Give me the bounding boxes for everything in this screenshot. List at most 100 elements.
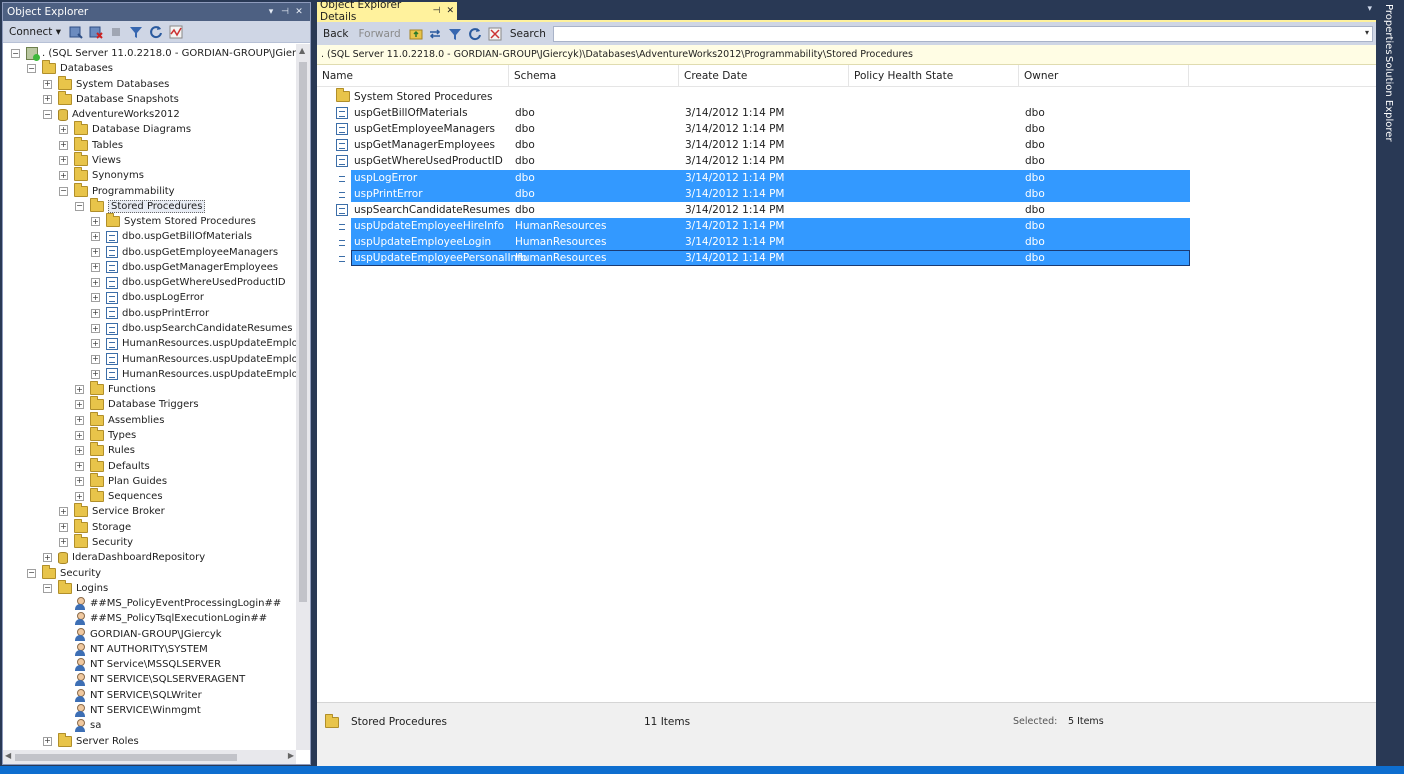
policy-icon[interactable] <box>487 26 503 42</box>
pin-tab-icon[interactable]: ⊣ <box>433 6 441 16</box>
list-item[interactable]: uspPrintError dbo 3/14/2012 1:14 PM dbo <box>336 185 1190 202</box>
window-position-dropdown-icon[interactable]: ▾ <box>264 7 278 17</box>
tree-node[interactable]: NT SERVICE\Winmgmt <box>59 703 201 718</box>
tree-node[interactable]: − AdventureWorks2012 <box>43 107 180 122</box>
tree-node[interactable]: NT SERVICE\SQLWriter <box>59 688 202 703</box>
list-item[interactable]: uspGetManagerEmployees dbo 3/14/2012 1:14 … <box>336 137 1190 153</box>
list-item[interactable]: uspGetEmployeeManagers dbo 3/14/2012 1:14 … <box>336 121 1190 137</box>
expand-icon[interactable]: + <box>75 461 84 471</box>
tree-node[interactable]: − Stored Procedures <box>75 197 206 214</box>
search-input[interactable]: ▾ <box>552 25 1374 42</box>
expand-icon[interactable]: + <box>43 736 52 746</box>
tree-node[interactable]: + Assemblies <box>75 411 164 428</box>
collapse-icon[interactable]: − <box>11 49 20 58</box>
expand-icon[interactable]: + <box>59 522 68 532</box>
column-header-create-date[interactable]: Create Date <box>679 65 849 87</box>
refresh-icon[interactable] <box>148 24 164 40</box>
tree-node[interactable]: + Functions <box>75 381 156 397</box>
connect-button[interactable]: Connect ▾ <box>6 25 64 39</box>
expand-icon[interactable]: + <box>75 492 84 502</box>
expand-icon[interactable]: + <box>59 171 68 181</box>
close-icon[interactable]: ✕ <box>292 7 306 17</box>
tree-node[interactable]: + HumanResources.uspUpdateEmployee <box>91 352 296 367</box>
tree-node[interactable]: + Server Roles <box>43 732 139 748</box>
expand-icon[interactable]: + <box>43 553 52 563</box>
expand-icon[interactable]: + <box>59 155 68 165</box>
refresh-icon[interactable] <box>467 26 483 42</box>
tree-node[interactable]: NT AUTHORITY\SYSTEM <box>59 642 208 657</box>
tree-node[interactable]: − Programmability <box>59 182 175 199</box>
expand-icon[interactable]: + <box>59 507 68 517</box>
tree-horizontal-scrollbar[interactable]: ◀ ▶ <box>3 750 296 764</box>
tree-node[interactable]: + dbo.uspSearchCandidateResumes <box>91 321 293 336</box>
sync-icon[interactable] <box>428 26 444 42</box>
tree-node[interactable]: sa <box>59 718 101 733</box>
scroll-up-icon[interactable]: ▲ <box>299 46 305 55</box>
expand-icon[interactable]: + <box>43 94 52 104</box>
expand-icon[interactable]: + <box>59 537 68 547</box>
list-item[interactable]: uspGetBillOfMaterials dbo 3/14/2012 1:14 P… <box>336 105 1190 121</box>
tree-node[interactable]: + Database Snapshots <box>43 90 179 107</box>
forward-button[interactable]: Forward <box>356 27 404 41</box>
expand-icon[interactable]: + <box>91 232 100 242</box>
tree-node[interactable]: + System Databases <box>43 75 169 92</box>
collapse-icon[interactable]: − <box>43 583 52 593</box>
list-item[interactable]: uspGetWhereUsedProductID dbo 3/14/2012 1:1… <box>336 153 1190 169</box>
connect-object-icon[interactable] <box>68 24 84 40</box>
stop-icon[interactable] <box>108 24 124 40</box>
list-item[interactable]: System Stored Procedures <box>336 88 1190 105</box>
expand-icon[interactable]: + <box>91 262 100 272</box>
tree-node[interactable]: + Service Broker <box>59 503 165 519</box>
expand-icon[interactable]: + <box>75 476 84 486</box>
collapse-icon[interactable]: − <box>27 64 36 74</box>
tree-node[interactable]: NT Service\MSSQLSERVER <box>59 657 221 672</box>
tree-node[interactable]: + Storage <box>59 518 131 535</box>
scroll-right-icon[interactable]: ▶ <box>288 751 294 760</box>
expand-icon[interactable]: + <box>75 385 84 395</box>
list-item[interactable]: uspUpdateEmployeePersonalInfo HumanResour… <box>336 250 1190 266</box>
expand-icon[interactable]: + <box>75 415 84 425</box>
expand-icon[interactable]: + <box>91 324 100 334</box>
scroll-left-icon[interactable]: ◀ <box>5 751 11 760</box>
tree-node[interactable]: ##MS_PolicyTsqlExecutionLogin## <box>59 611 267 626</box>
tree-node[interactable]: + dbo.uspLogError <box>91 290 204 305</box>
expand-icon[interactable]: + <box>43 79 52 89</box>
tree-vertical-scrollbar[interactable]: ▲ <box>296 44 310 750</box>
tab-list-dropdown-icon[interactable]: ▾ <box>1367 4 1372 14</box>
tree-node[interactable]: + Views <box>59 151 121 168</box>
tree-node[interactable]: + Tables <box>59 136 123 153</box>
collapse-icon[interactable]: − <box>43 110 52 120</box>
column-header-name[interactable]: Name <box>317 65 509 87</box>
tree-node[interactable]: − . (SQL Server 11.0.2218.0 - GORDIAN-GRO… <box>11 46 296 61</box>
filter-icon[interactable] <box>128 24 144 40</box>
tree-node[interactable]: + IderaDashboardRepository <box>43 550 205 565</box>
column-header-owner[interactable]: Owner <box>1019 65 1189 87</box>
tree-node[interactable]: − Logins <box>43 579 108 596</box>
tree-node[interactable]: + dbo.uspGetWhereUsedProductID <box>91 275 286 290</box>
tree-node[interactable]: − Security <box>27 564 101 581</box>
tree-node[interactable]: NT SERVICE\SQLSERVERAGENT <box>59 672 245 687</box>
tree-node[interactable]: ##MS_PolicyEventProcessingLogin## <box>59 596 281 611</box>
list-item[interactable]: uspUpdateEmployeeHireInfo HumanResources 3… <box>336 217 1190 234</box>
tree-node[interactable]: + System Stored Procedures <box>91 213 256 229</box>
expand-icon[interactable]: + <box>91 217 100 227</box>
tree-node[interactable]: + HumanResources.uspUpdateEmployee <box>91 367 296 382</box>
expand-icon[interactable]: + <box>75 400 84 410</box>
disconnect-icon[interactable] <box>88 24 104 40</box>
column-header-policy-health-state[interactable]: Policy Health State <box>849 65 1019 87</box>
tree-node[interactable]: + Types <box>75 427 136 443</box>
tree-node[interactable]: + dbo.uspGetBillOfMaterials <box>91 229 252 244</box>
pin-icon[interactable]: ⊣ <box>278 7 292 17</box>
expand-icon[interactable]: + <box>91 308 100 318</box>
expand-icon[interactable]: + <box>59 125 68 135</box>
expand-icon[interactable]: + <box>91 339 100 349</box>
tree-node[interactable]: + Database Triggers <box>75 396 199 412</box>
activity-monitor-icon[interactable] <box>168 24 184 40</box>
tree-node[interactable]: + Sequences <box>75 488 163 504</box>
tab-object-explorer-details[interactable]: Object Explorer Details ⊣ ✕ <box>317 0 457 23</box>
expand-icon[interactable]: + <box>75 431 84 440</box>
expand-icon[interactable]: + <box>75 446 84 456</box>
list-item[interactable]: uspUpdateEmployeeLogin HumanResources 3/14… <box>336 233 1190 250</box>
search-dropdown-icon[interactable]: ▾ <box>1365 28 1369 37</box>
tree-node[interactable]: + dbo.uspGetManagerEmployees <box>91 260 278 275</box>
